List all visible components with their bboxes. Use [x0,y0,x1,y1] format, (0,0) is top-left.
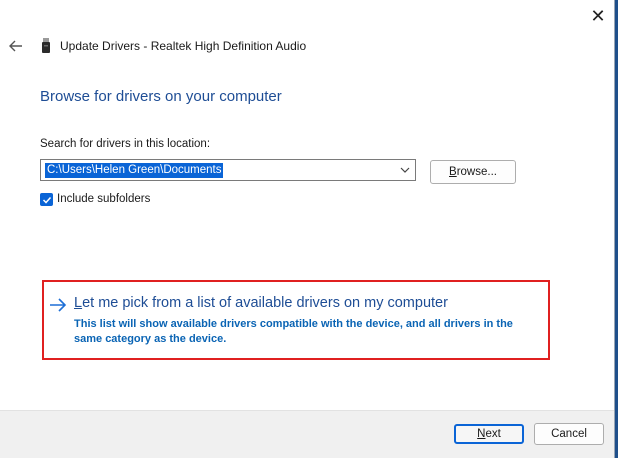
window-title: Update Drivers - Realtek High Definition… [60,39,307,53]
driver-path-value[interactable]: C:\Users\Helen Green\Documents [45,163,224,178]
pick-from-list-description[interactable]: This list will show available drivers co… [74,317,534,347]
cancel-button[interactable]: Cancel [534,423,604,445]
close-icon: ✕ [590,6,606,26]
browse-label: rowse... [456,166,497,178]
next-label: ext [485,428,501,440]
page-heading: Browse for drivers on your computer [40,88,282,105]
next-accesskey: N [477,428,486,440]
chevron-down-icon[interactable] [399,164,411,176]
update-drivers-dialog: ✕ Update Drivers - Realtek High Definiti… [0,0,615,458]
browse-accesskey: B [449,166,457,178]
driver-path-combobox[interactable]: C:\Users\Helen Green\Documents [40,159,416,181]
next-button[interactable]: Next [454,424,524,444]
include-subfolders-label[interactable]: Include subfolders [57,193,150,205]
checkmark-icon [42,196,51,204]
back-button[interactable] [6,36,26,56]
right-arrow-icon[interactable] [48,297,68,313]
pick-from-list-link[interactable]: Let me pick from a list of available dri… [74,295,448,311]
close-button[interactable]: ✕ [580,2,616,30]
usb-device-icon [42,38,50,53]
back-arrow-icon [9,40,22,52]
search-location-label: Search for drivers in this location: [40,138,211,150]
browse-button[interactable]: Browse... [430,160,516,184]
cancel-label: Cancel [551,428,587,440]
pick-title-text: et me pick from a list of available driv… [82,295,448,311]
pick-accesskey: L [74,295,83,311]
include-subfolders-checkbox[interactable] [40,193,53,206]
